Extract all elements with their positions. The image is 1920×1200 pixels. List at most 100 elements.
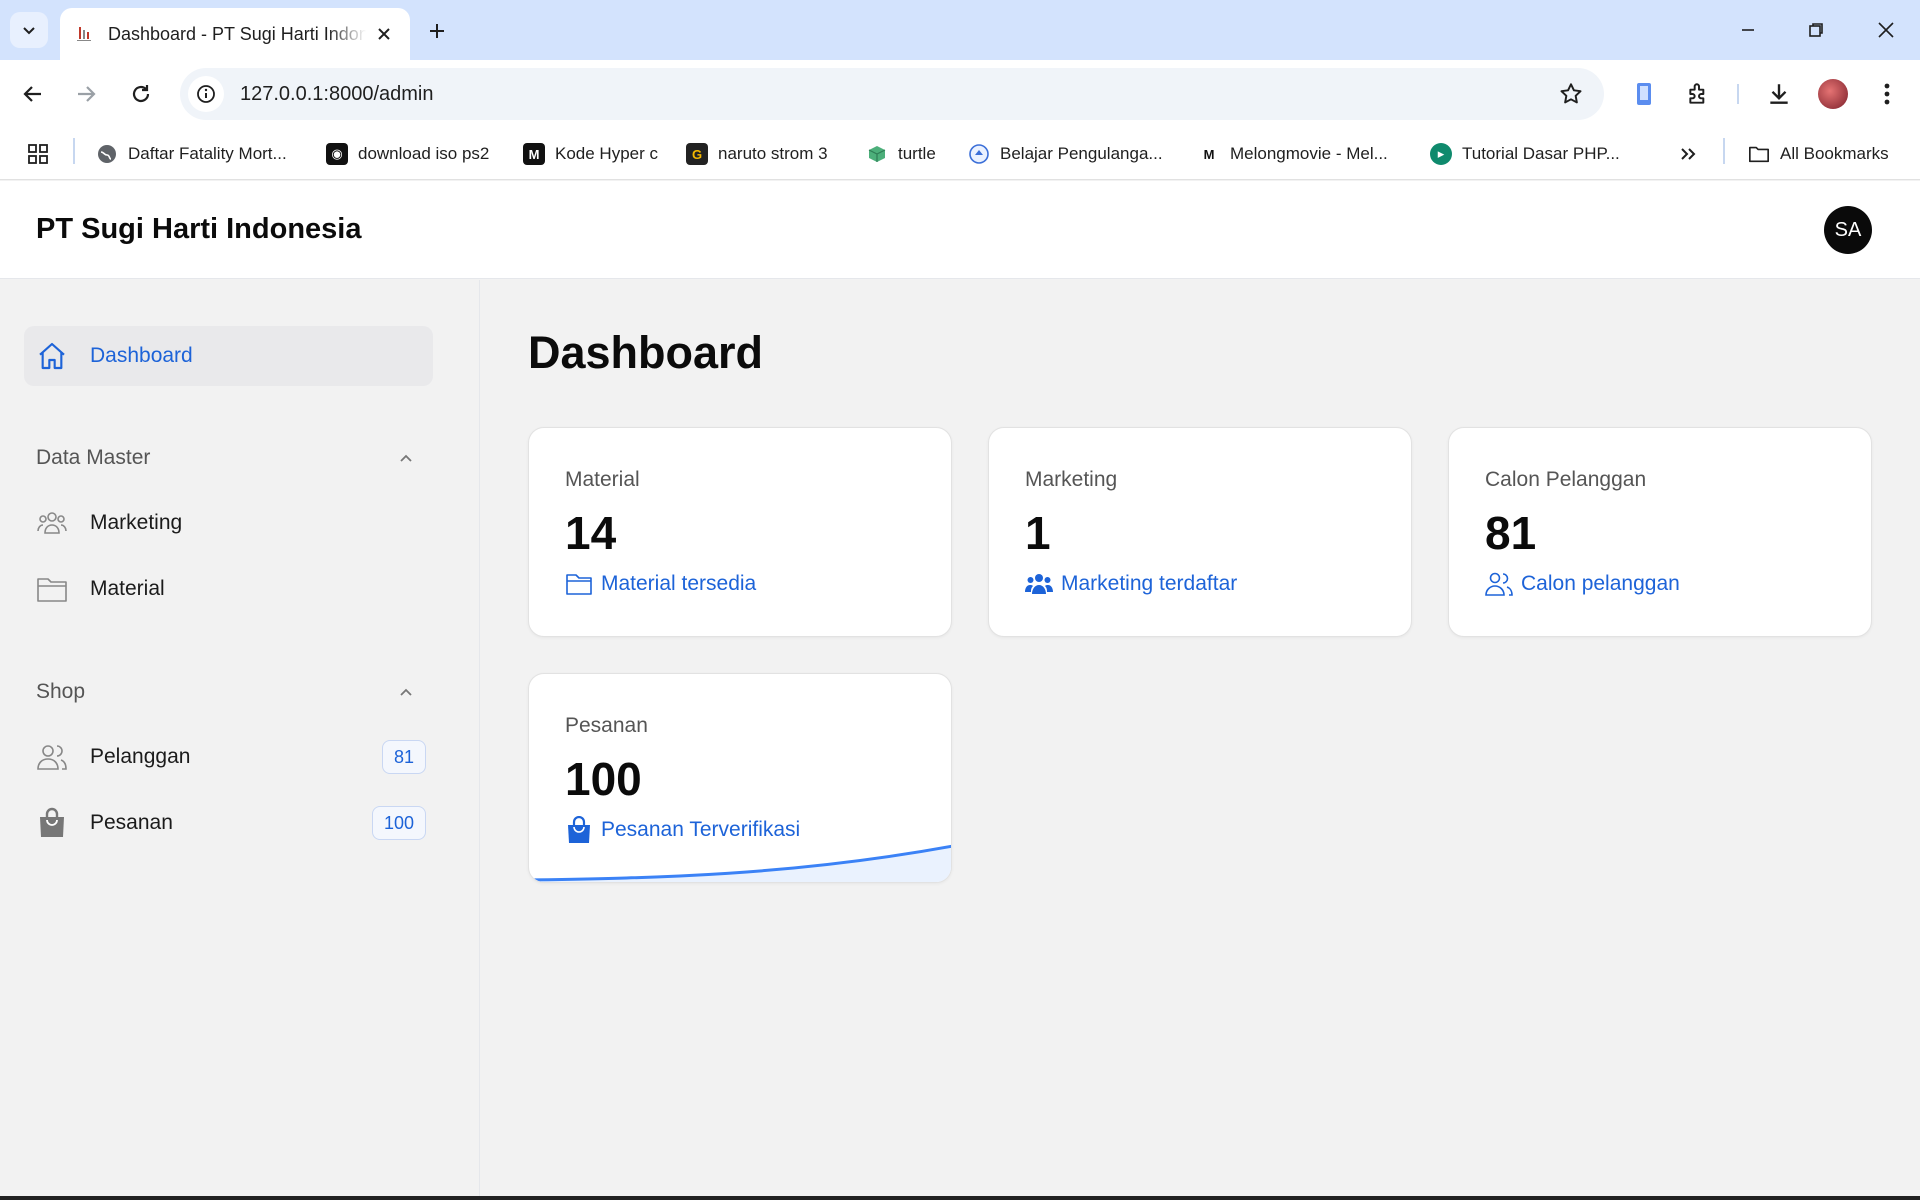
stat-value: 100 bbox=[565, 753, 642, 805]
users-icon bbox=[1485, 570, 1513, 598]
sidebar-item-label: Pesanan bbox=[90, 811, 173, 834]
count-badge: 81 bbox=[382, 740, 426, 774]
close-tab-icon[interactable] bbox=[372, 22, 396, 46]
browser-tab-active[interactable]: Dashboard - PT Sugi Harti Indonesia bbox=[60, 8, 410, 60]
sidebar-item-dashboard[interactable]: Dashboard bbox=[24, 326, 433, 386]
stat-description: Material tersedia bbox=[565, 570, 756, 598]
bookmark-label: Daftar Fatality Mort... bbox=[128, 144, 287, 163]
bookmarks-divider bbox=[1723, 138, 1725, 164]
stat-value: 1 bbox=[1025, 507, 1051, 559]
bookmark-label: Melongmovie - Mel... bbox=[1230, 144, 1388, 163]
sidebar-item-marketing[interactable]: Marketing bbox=[36, 498, 426, 548]
shopping-bag-icon bbox=[565, 816, 593, 844]
stat-description: Pesanan Terverifikasi bbox=[565, 816, 800, 844]
plus-icon bbox=[430, 24, 444, 38]
cube-icon bbox=[866, 143, 888, 165]
m-logo-icon: M bbox=[523, 143, 545, 165]
reload-button[interactable] bbox=[124, 77, 158, 111]
count-badge: 100 bbox=[372, 806, 426, 840]
bookmark-item[interactable]: turtle bbox=[866, 140, 936, 168]
sidebar-item-label: Marketing bbox=[90, 511, 183, 534]
reload-icon bbox=[132, 85, 150, 103]
close-icon bbox=[1878, 22, 1894, 38]
more-bookmarks-icon[interactable] bbox=[1678, 140, 1698, 168]
sidebar-item-pesanan[interactable]: Pesanan 100 bbox=[36, 798, 426, 848]
extensions-puzzle-icon[interactable] bbox=[1682, 77, 1716, 111]
more-menu-icon[interactable] bbox=[1870, 77, 1904, 111]
profile-avatar[interactable] bbox=[1818, 79, 1848, 109]
site-icon: ◉ bbox=[326, 143, 348, 165]
bookmark-item[interactable]: G naruto strom 3 bbox=[686, 140, 828, 168]
folder-icon bbox=[1748, 143, 1770, 165]
chevron-up-icon[interactable] bbox=[395, 681, 417, 703]
all-bookmarks-button[interactable]: All Bookmarks bbox=[1748, 140, 1889, 168]
bookmark-item[interactable]: ◉ download iso ps2 bbox=[326, 140, 489, 168]
stat-description-text: Pesanan Terverifikasi bbox=[601, 818, 801, 841]
bookmark-item[interactable]: ▸ Tutorial Dasar PHP... bbox=[1430, 140, 1620, 168]
stat-description-text: Material tersedia bbox=[601, 572, 757, 595]
bookmark-star-icon[interactable] bbox=[1558, 81, 1584, 112]
apps-grid-icon[interactable] bbox=[26, 140, 50, 168]
user-avatar[interactable]: SA bbox=[1824, 206, 1872, 254]
chevron-down-icon bbox=[23, 27, 35, 35]
bookmark-label: Tutorial Dasar PHP... bbox=[1462, 144, 1620, 163]
bookmarks-bar: Daftar Fatality Mort... ◉ download iso p… bbox=[0, 128, 1920, 180]
home-icon bbox=[36, 340, 68, 372]
url-text[interactable]: 127.0.0.1:8000/admin bbox=[240, 83, 434, 106]
users-group-icon bbox=[1025, 570, 1053, 598]
stat-label: Pesanan bbox=[565, 714, 648, 737]
bookmark-item[interactable]: Belajar Pengulanga... bbox=[968, 140, 1163, 168]
stat-value: 81 bbox=[1485, 507, 1537, 559]
stat-description: Calon pelanggan bbox=[1485, 570, 1680, 598]
folder-icon bbox=[36, 573, 68, 605]
restore-button[interactable] bbox=[1796, 14, 1836, 46]
stat-label: Marketing bbox=[1025, 468, 1118, 491]
shopping-bag-icon bbox=[36, 807, 68, 839]
site-favicon-icon bbox=[74, 24, 94, 44]
sidebar-item-material[interactable]: Material bbox=[36, 564, 426, 614]
main-content: Dashboard Material 14 Material tersedia … bbox=[481, 280, 1920, 1200]
sidebar-item-label: Material bbox=[90, 577, 165, 600]
bookmark-item[interactable]: M Melongmovie - Mel... bbox=[1198, 140, 1388, 168]
folder-icon bbox=[565, 570, 593, 598]
site-info-icon[interactable] bbox=[188, 76, 224, 112]
stat-card-marketing: Marketing 1 Marketing terdaftar bbox=[988, 427, 1412, 637]
minimize-icon bbox=[1742, 29, 1754, 31]
brand-name[interactable]: PT Sugi Harti Indonesia bbox=[36, 213, 362, 246]
circle-logo-icon: ▸ bbox=[1430, 143, 1452, 165]
group-title-data-master[interactable]: Data Master bbox=[36, 446, 150, 470]
stat-card-calon-pelanggan: Calon Pelanggan 81 Calon pelanggan bbox=[1448, 427, 1872, 637]
bookmark-item[interactable]: Daftar Fatality Mort... bbox=[96, 140, 287, 168]
restore-icon bbox=[1809, 23, 1823, 37]
users-icon bbox=[36, 741, 68, 773]
arrow-left-icon bbox=[23, 86, 41, 102]
arrow-right-icon bbox=[78, 86, 96, 102]
chevron-up-icon[interactable] bbox=[395, 447, 417, 469]
group-title-shop[interactable]: Shop bbox=[36, 680, 85, 704]
back-button[interactable] bbox=[16, 77, 50, 111]
bookmark-label: naruto strom 3 bbox=[718, 144, 828, 163]
m-logo-icon: M bbox=[1203, 146, 1215, 162]
phone-extension-icon[interactable] bbox=[1628, 77, 1662, 111]
minimize-button[interactable] bbox=[1728, 14, 1768, 46]
page-title: Dashboard bbox=[528, 327, 764, 378]
screen-edge bbox=[0, 1196, 1920, 1200]
bookmark-label: Belajar Pengulanga... bbox=[1000, 144, 1163, 163]
close-window-button[interactable] bbox=[1866, 14, 1906, 46]
sparkline-chart bbox=[529, 844, 951, 882]
download-icon[interactable] bbox=[1762, 77, 1796, 111]
globe-icon bbox=[96, 143, 118, 165]
bookmark-label: Kode Hyper c bbox=[555, 144, 658, 163]
tab-search-button[interactable] bbox=[10, 12, 48, 48]
new-tab-button[interactable] bbox=[422, 16, 452, 46]
stat-card-pesanan: Pesanan 100 Pesanan Terverifikasi bbox=[528, 673, 952, 883]
forward-button[interactable] bbox=[69, 77, 103, 111]
bookmark-label: download iso ps2 bbox=[358, 144, 490, 163]
users-group-icon bbox=[36, 507, 68, 539]
stat-description-text: Calon pelanggan bbox=[1521, 572, 1680, 595]
sidebar-item-label: Pelanggan bbox=[90, 745, 191, 768]
sidebar-item-pelanggan[interactable]: Pelanggan 81 bbox=[36, 732, 426, 782]
stat-label: Material bbox=[565, 468, 640, 491]
bookmark-item[interactable]: M Kode Hyper c bbox=[523, 140, 658, 168]
address-bar[interactable]: 127.0.0.1:8000/admin bbox=[180, 68, 1604, 120]
